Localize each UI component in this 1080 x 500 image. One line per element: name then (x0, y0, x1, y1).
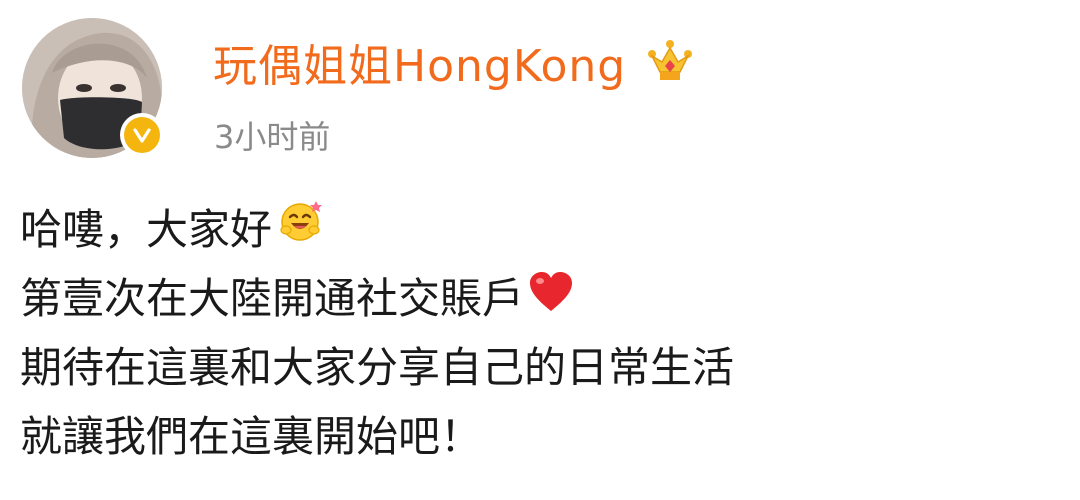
post-line-text: 就讓我們在這裏開始吧！ (20, 412, 483, 461)
crown-icon[interactable] (646, 38, 694, 86)
verified-badge-icon (120, 113, 164, 157)
post-line-text: 期待在這裏和大家分享自己的日常生活 (20, 343, 735, 392)
weibo-post: 玩偶姐姐HongKong 3小时前 哈嘍，大家好 第壹次在大陸開通社交賬戶 期待… (0, 0, 1080, 500)
post-timestamp: 3小时前 (214, 118, 331, 156)
post-line-text: 哈嘍，大家好 (20, 205, 273, 254)
author-name[interactable]: 玩偶姐姐HongKong (213, 30, 626, 94)
red-heart-emoji (528, 264, 574, 333)
author-row: 玩偶姐姐HongKong (213, 32, 694, 92)
post-line: 期待在這裏和大家分享自己的日常生活 (20, 333, 1060, 402)
post-line: 就讓我們在這裏開始吧！ (20, 402, 1060, 471)
post-line: 第壹次在大陸開通社交賬戶 (20, 264, 1060, 333)
post-content: 哈嘍，大家好 第壹次在大陸開通社交賬戶 期待在這裏和大家分享自己的日常生活 就讓… (20, 195, 1060, 471)
post-line: 哈嘍，大家好 (20, 195, 1060, 264)
post-line-text: 第壹次在大陸開通社交賬戶 (20, 274, 525, 323)
laughing-face-emoji (276, 195, 326, 265)
